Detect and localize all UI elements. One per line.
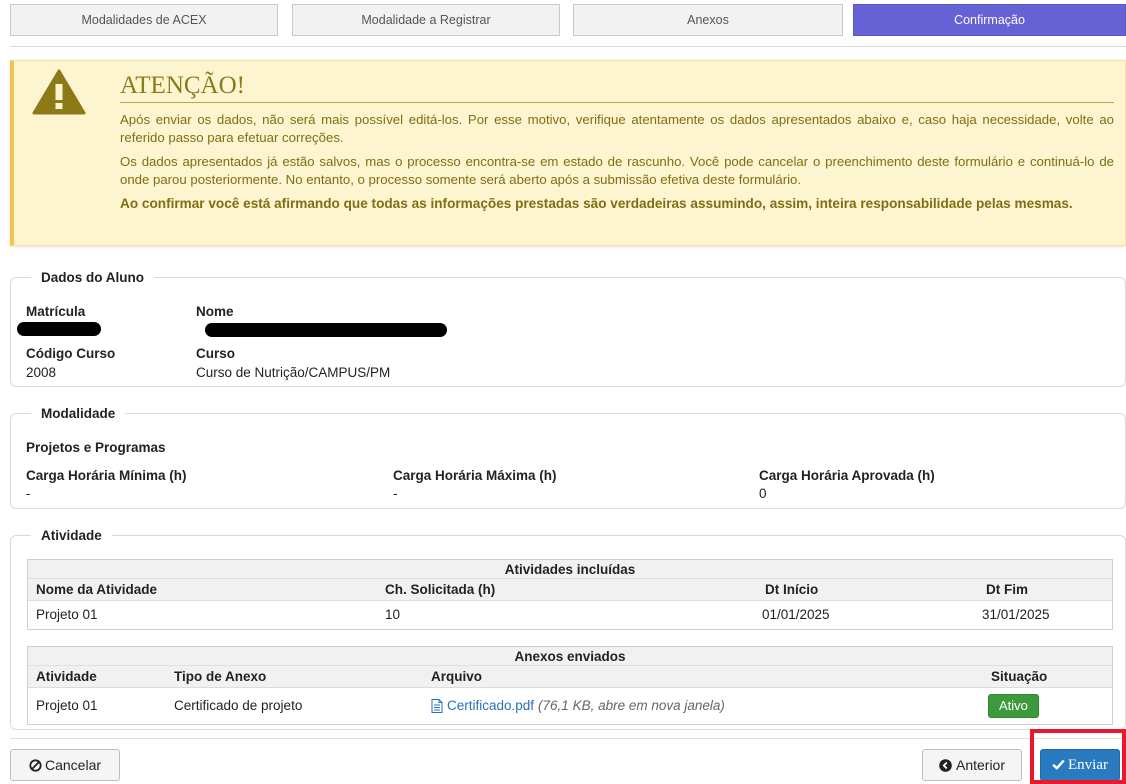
warning-paragraph-3: Ao confirmar você está afirmando que tod…	[120, 196, 1073, 211]
situacao-cell: Ativo	[988, 688, 1039, 724]
step-modalidades-acex[interactable]: Modalidades de ACEX	[10, 4, 278, 36]
previous-label: Anterior	[955, 757, 1006, 773]
matricula-redacted	[17, 322, 101, 336]
header-nome-atividade: Nome da Atividade	[36, 582, 158, 597]
anexos-table: Anexos enviados Atividade Tipo de Anexo …	[27, 646, 1113, 725]
step-modalidade-registrar[interactable]: Modalidade a Registrar	[292, 4, 560, 36]
arquivo-link[interactable]: Certificado.pdf	[447, 688, 534, 724]
legend-dados-aluno: Dados do Aluno	[31, 269, 154, 287]
status-badge: Ativo	[988, 694, 1039, 718]
legend-atividade: Atividade	[31, 527, 112, 545]
fieldset-dados-aluno: Dados do Aluno Matrícula Nome Código Cur…	[10, 269, 1126, 387]
cell-ch-solicitada: 10	[385, 607, 401, 622]
atividades-caption: Atividades incluídas	[28, 560, 1112, 579]
nome-label: Nome	[196, 304, 234, 319]
header-arquivo: Arquivo	[431, 669, 483, 684]
nome-redacted	[205, 323, 447, 337]
warning-alert: ATENÇÃO! Após enviar os dados, não será …	[10, 60, 1126, 246]
cancel-button[interactable]: Cancelar	[10, 749, 120, 781]
curso-value: Curso de Nutrição/CAMPUS/PM	[196, 365, 391, 380]
ban-icon	[29, 759, 42, 772]
anexos-caption: Anexos enviados	[28, 647, 1112, 666]
document-icon	[431, 699, 443, 713]
step-anexos[interactable]: Anexos	[573, 4, 843, 36]
curso-label: Curso	[196, 346, 236, 361]
cell-atividade: Projeto 01	[36, 698, 98, 713]
cell-nome-atividade: Projeto 01	[36, 607, 98, 622]
atividades-table: Atividades incluídas Nome da Atividade C…	[27, 559, 1113, 630]
cell-dt-fim: 31/01/2025	[982, 607, 1050, 622]
header-atividade: Atividade	[36, 669, 97, 684]
table-row: Projeto 01 10 01/01/2025 31/01/2025	[28, 601, 1112, 629]
cancel-label: Cancelar	[44, 757, 102, 773]
arquivo-info: (76,1 KB, abre em nova janela)	[538, 698, 725, 713]
step-confirmacao[interactable]: Confirmação	[853, 4, 1126, 36]
matricula-label: Matrícula	[26, 304, 86, 319]
steps-divider	[10, 46, 1126, 47]
header-ch-solicitada: Ch. Solicitada (h)	[385, 582, 496, 597]
anexos-header-row: Atividade Tipo de Anexo Arquivo Situação	[28, 666, 1112, 688]
carga-aprovada-label: Carga Horária Aprovada (h)	[759, 468, 935, 483]
header-situacao: Situação	[991, 669, 1048, 684]
legend-modalidade: Modalidade	[31, 405, 126, 423]
wizard-steps: Modalidades de ACEX Modalidade a Registr…	[10, 4, 1126, 36]
warning-paragraph-1: Após enviar os dados, não será mais poss…	[120, 112, 1114, 145]
carga-minima-value: -	[26, 486, 31, 501]
table-row: Projeto 01 Certificado de projeto Certif…	[28, 688, 1112, 724]
carga-maxima-label: Carga Horária Máxima (h)	[393, 468, 557, 483]
warning-body: Após enviar os dados, não será mais poss…	[120, 111, 1114, 219]
header-dt-fim: Dt Fim	[986, 582, 1028, 597]
header-dt-inicio: Dt Início	[765, 582, 819, 597]
warning-icon	[32, 69, 86, 115]
header-tipo-anexo: Tipo de Anexo	[174, 669, 267, 684]
atividades-header-row: Nome da Atividade Ch. Solicitada (h) Dt …	[28, 579, 1112, 601]
codigo-curso-label: Código Curso	[26, 346, 116, 361]
bottom-divider	[10, 738, 1126, 739]
cell-arquivo: Certificado.pdf (76,1 KB, abre em nova j…	[431, 688, 725, 724]
modalidade-name: Projetos e Programas	[26, 440, 166, 455]
carga-minima-label: Carga Horária Mínima (h)	[26, 468, 187, 483]
fieldset-atividade: Atividade Atividades incluídas Nome da A…	[10, 527, 1126, 730]
cell-dt-inicio: 01/01/2025	[762, 607, 830, 622]
warning-title: ATENÇÃO!	[120, 69, 1114, 103]
carga-maxima-value: -	[393, 486, 398, 501]
chevron-left-circle-icon	[939, 759, 952, 772]
submit-highlight-box	[1030, 729, 1126, 784]
cell-tipo-anexo: Certificado de projeto	[174, 698, 303, 713]
warning-paragraph-2: Os dados apresentados já estão salvos, m…	[120, 154, 1114, 187]
carga-aprovada-value: 0	[759, 486, 767, 501]
fieldset-modalidade: Modalidade Projetos e Programas Carga Ho…	[10, 405, 1126, 509]
previous-button[interactable]: Anterior	[922, 749, 1022, 781]
codigo-curso-value: 2008	[26, 365, 57, 380]
